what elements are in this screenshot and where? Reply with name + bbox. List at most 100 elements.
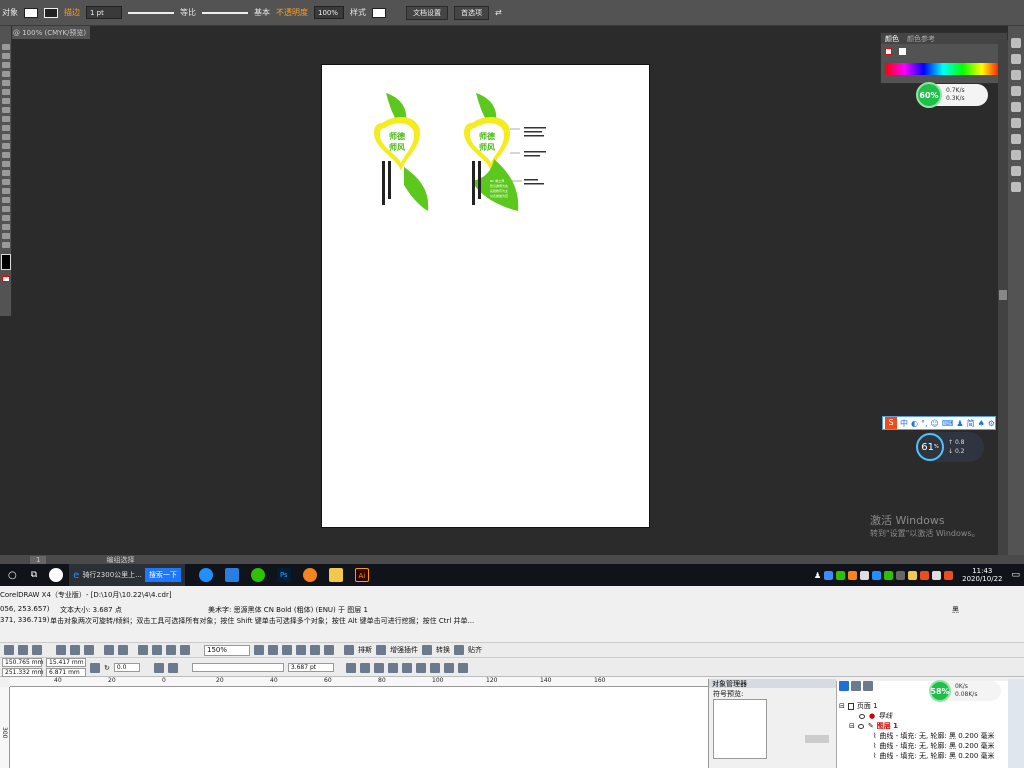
line-tool-icon[interactable]	[2, 89, 10, 95]
y-position-field[interactable]: 251.332 mm	[2, 668, 43, 677]
show-properties-icon[interactable]	[839, 681, 849, 691]
vertical-text-icon[interactable]	[457, 662, 468, 673]
photoshop-icon[interactable]: Ps	[276, 568, 291, 582]
layer-eye-icon[interactable]	[857, 723, 864, 729]
illustrator-icon[interactable]: Ai	[354, 568, 369, 582]
bullet-icon[interactable]	[401, 662, 412, 673]
zoom-tool-icon[interactable]	[2, 242, 10, 248]
paintbrush-tool-icon[interactable]	[2, 107, 10, 113]
none-swatch-icon[interactable]	[885, 48, 892, 55]
x-position-field[interactable]: 150.765 mm	[2, 658, 43, 667]
coreldraw-taskbar-icon[interactable]	[198, 568, 213, 582]
pencil-tool-icon[interactable]	[2, 116, 10, 122]
network-meter-small[interactable]: 58% 0K/s 0.08K/s	[929, 680, 1001, 702]
brushes-panel-icon[interactable]	[1011, 70, 1021, 80]
eyedropper-tool-icon[interactable]	[2, 188, 10, 194]
symbols-panel-icon[interactable]	[1011, 86, 1021, 96]
selection-tool-icon[interactable]	[2, 44, 10, 50]
browser-taskbar-button[interactable]: e 骑行2300公里上... 搜索一下	[69, 564, 185, 586]
color-guide-tab[interactable]: 颜色参考	[907, 34, 935, 44]
fill-stroke-icon[interactable]	[1, 254, 11, 270]
open-icon[interactable]	[18, 645, 28, 655]
style-swatch[interactable]	[372, 7, 386, 18]
browser-orange-icon[interactable]	[302, 568, 317, 582]
snap-button[interactable]: 贴齐	[468, 645, 482, 655]
panel-arrow-icons[interactable]	[805, 735, 829, 743]
stroke-label[interactable]: 描边	[64, 7, 80, 18]
underline-icon[interactable]	[373, 662, 384, 673]
zoom-selected-icon[interactable]	[282, 645, 292, 655]
ime-emoji-icon[interactable]: ☺	[931, 419, 939, 428]
artboards-panel-icon[interactable]	[1011, 182, 1021, 192]
swatches-panel-icon[interactable]	[1011, 54, 1021, 64]
vertical-ruler[interactable]: 300	[0, 687, 10, 768]
color-tab[interactable]: 颜色	[885, 34, 899, 44]
mirror-v-icon[interactable]	[167, 662, 178, 673]
layers-panel-icon[interactable]	[1011, 166, 1021, 176]
direct-selection-tool-icon[interactable]	[2, 53, 10, 59]
hand-tool-icon[interactable]	[2, 233, 10, 239]
ime-settings-icon[interactable]: ⚙	[988, 419, 995, 428]
tray-app-icon-3[interactable]	[848, 570, 858, 580]
horizontal-ruler[interactable]: 40 20 0 20 40 60 80 100 120 140 160	[10, 677, 708, 687]
free-transform-tool-icon[interactable]	[2, 152, 10, 158]
snap-icon[interactable]	[454, 645, 464, 655]
ime-punctuation-icon[interactable]: °,	[921, 419, 928, 428]
profile-label[interactable]: 等比	[180, 7, 196, 18]
undo-icon[interactable]	[104, 645, 114, 655]
docker-tabs[interactable]	[1008, 679, 1024, 768]
rotate-tool-icon[interactable]	[2, 125, 10, 131]
graph-tool-icon[interactable]	[2, 215, 10, 221]
ime-mode[interactable]: 中	[900, 418, 908, 429]
plugin-button[interactable]: 增强插件	[390, 645, 418, 655]
height-field[interactable]: 6.871 mm	[46, 668, 86, 677]
edge-icon[interactable]	[224, 568, 239, 582]
tray-app-icon-1[interactable]	[824, 570, 834, 580]
artboard[interactable]: 师德 师风 师德 师风 NC 教之师 知识渊博为先 实践教育为主 仪表堂堂为范	[321, 64, 650, 528]
zoom-height-icon[interactable]	[324, 645, 334, 655]
transparency-panel-icon[interactable]	[1011, 134, 1021, 144]
task-view-icon[interactable]: ⧉	[31, 570, 37, 580]
import-icon[interactable]	[152, 645, 162, 655]
convert-button[interactable]: 转换	[436, 645, 450, 655]
people-icon[interactable]: ♟	[814, 571, 821, 580]
app-launcher-icon[interactable]	[180, 645, 190, 655]
new-icon[interactable]	[4, 645, 14, 655]
stroke-swatch[interactable]	[44, 7, 58, 18]
stroke-panel-icon[interactable]	[1011, 102, 1021, 112]
fill-swatch[interactable]	[24, 7, 38, 18]
tree-object-row[interactable]: ⌇ 曲线 - 填充: 无, 轮廓: 黑 0.200 毫米	[839, 731, 1007, 741]
layer-manager-view-icon[interactable]	[863, 681, 873, 691]
search-button[interactable]: 搜索一下	[144, 568, 181, 582]
notification-icon[interactable]: ▭	[1011, 570, 1020, 580]
ime-toolbar[interactable]: S 中 ◐ °, ☺ ⌨ ♟ 简 ♠ ⚙	[882, 416, 996, 430]
pen-tool-icon[interactable]	[2, 71, 10, 77]
mirror-h-icon[interactable]	[153, 662, 164, 673]
tray-app-icon-9[interactable]	[944, 570, 954, 580]
arrange-button[interactable]: 排斯	[358, 645, 372, 655]
tray-app-icon-8[interactable]	[932, 570, 942, 580]
tray-volume-icon[interactable]	[860, 570, 870, 580]
file-explorer-icon[interactable]	[328, 568, 343, 582]
ime-keyboard-icon[interactable]: ⌨	[942, 419, 954, 428]
network-meter-widget[interactable]: 60% 0.7K/s 0.3K/s	[916, 82, 988, 108]
brush-label[interactable]: 基本	[254, 7, 270, 18]
search-content-icon[interactable]	[138, 645, 148, 655]
visibility-eye-icon[interactable]	[859, 713, 865, 719]
edit-across-layers-icon[interactable]	[851, 681, 861, 691]
magic-wand-tool-icon[interactable]	[2, 62, 10, 68]
appearance-panel-icon[interactable]	[1011, 150, 1021, 160]
gradient-panel-icon[interactable]	[1011, 118, 1021, 128]
type-tool-icon[interactable]	[2, 80, 10, 86]
corel-canvas[interactable]	[10, 687, 708, 768]
opacity-dropdown[interactable]: 100%	[314, 6, 344, 19]
tree-guides-row[interactable]: ● 导线	[839, 711, 1007, 721]
tray-app-icon-7[interactable]	[920, 570, 930, 580]
arrange-icon[interactable]	[344, 645, 354, 655]
ime-skin-icon[interactable]: ♠	[978, 419, 985, 428]
fan-app-icon[interactable]	[49, 568, 64, 582]
none-color-icon[interactable]	[2, 276, 10, 282]
ime-logo-icon[interactable]: S	[885, 417, 897, 429]
copy-icon[interactable]	[70, 645, 80, 655]
tray-app-icon-6[interactable]	[908, 570, 918, 580]
